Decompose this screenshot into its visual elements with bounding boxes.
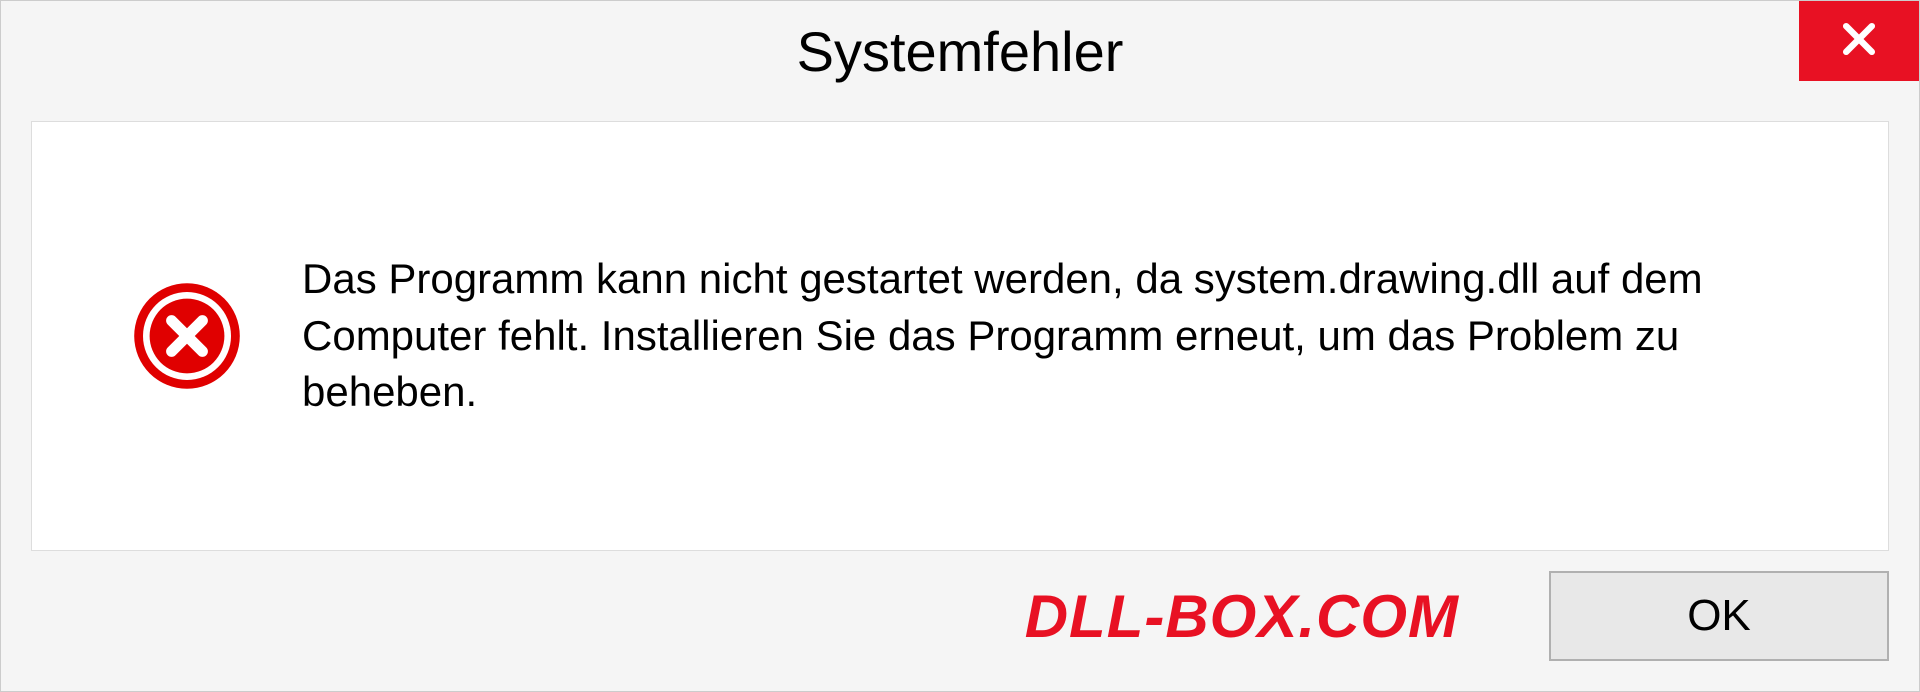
error-dialog: Systemfehler Das Programm kann nicht ges… [0, 0, 1920, 692]
watermark-text: DLL-BOX.COM [1025, 582, 1459, 651]
error-message: Das Programm kann nicht gestartet werden… [302, 251, 1788, 421]
content-panel: Das Programm kann nicht gestartet werden… [31, 121, 1889, 551]
ok-button-label: OK [1687, 591, 1751, 641]
close-button[interactable] [1799, 1, 1919, 81]
dialog-title: Systemfehler [797, 19, 1124, 84]
dialog-footer: DLL-BOX.COM OK [1, 571, 1919, 691]
titlebar: Systemfehler [1, 1, 1919, 101]
close-icon [1837, 17, 1881, 66]
ok-button[interactable]: OK [1549, 571, 1889, 661]
error-icon [132, 281, 242, 391]
